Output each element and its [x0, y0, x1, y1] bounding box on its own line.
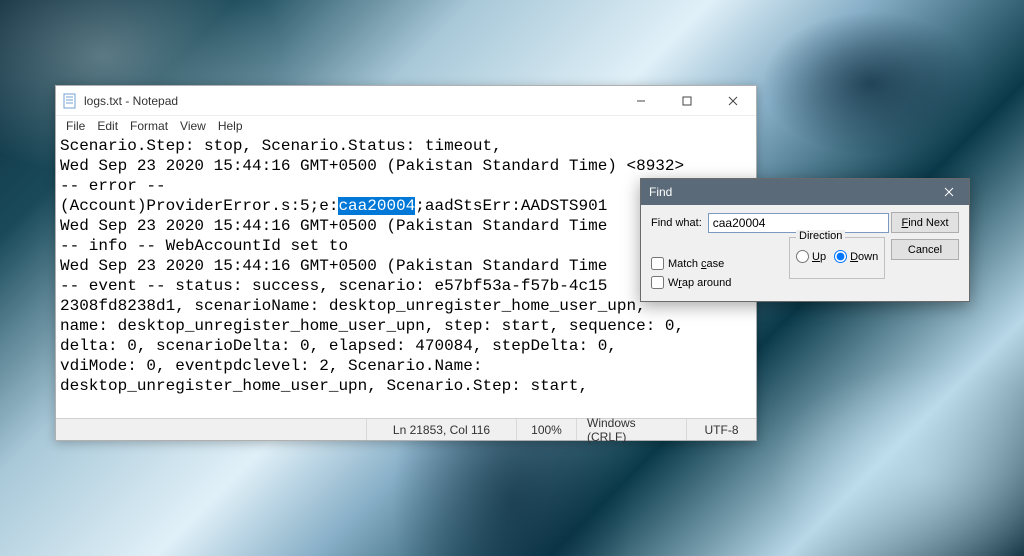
statusbar-spacer	[56, 419, 366, 440]
label-accel: U	[812, 251, 820, 263]
statusbar: Ln 21853, Col 116 100% Windows (CRLF) UT…	[56, 418, 756, 440]
cancel-button[interactable]: Cancel	[891, 239, 959, 260]
find-titlebar[interactable]: Find	[641, 179, 969, 205]
label-part: Match	[668, 258, 701, 270]
editor-line: -- event -- status: success, scenario: e…	[60, 277, 607, 295]
editor-line: -- error --	[60, 177, 166, 195]
window-title: logs.txt - Notepad	[84, 94, 178, 108]
direction-up-label[interactable]: Up	[796, 250, 826, 263]
editor-text: ;aadStsErr:AADSTS901	[415, 197, 607, 215]
status-zoom: 100%	[516, 419, 576, 440]
find-next-button[interactable]: Find Next	[891, 212, 959, 233]
editor-line: Scenario.Step: stop, Scenario.Status: ti…	[60, 137, 502, 155]
find-body: Find what: Find Next Cancel Match case W…	[641, 205, 969, 301]
label-part: own	[858, 251, 878, 263]
menubar: File Edit Format View Help	[56, 116, 756, 136]
match-case-checkbox[interactable]	[651, 257, 664, 270]
status-position: Ln 21853, Col 116	[366, 419, 516, 440]
editor-line: delta: 0, scenarioDelta: 0, elapsed: 470…	[60, 337, 617, 355]
menu-file[interactable]: File	[60, 118, 91, 134]
menu-help[interactable]: Help	[212, 118, 249, 134]
titlebar[interactable]: logs.txt - Notepad	[56, 86, 756, 116]
wrap-around-checkbox[interactable]	[651, 276, 664, 289]
maximize-button[interactable]	[664, 86, 710, 116]
direction-up-radio[interactable]	[796, 250, 809, 263]
direction-group: Direction Up Down	[789, 237, 885, 279]
menu-edit[interactable]: Edit	[91, 118, 124, 134]
menu-view[interactable]: View	[174, 118, 212, 134]
notepad-icon	[62, 93, 78, 109]
editor-line: name: desktop_unregister_home_user_upn, …	[60, 317, 684, 335]
editor-line: -- info -- WebAccountId set to	[60, 237, 348, 255]
menu-format[interactable]: Format	[124, 118, 174, 134]
editor-line: (Account)ProviderError.s:5;e:caa20004;aa…	[60, 197, 607, 215]
editor-line: vdiMode: 0, eventpdclevel: 2, Scenario.N…	[60, 357, 482, 375]
editor-line: Wed Sep 23 2020 15:44:16 GMT+0500 (Pakis…	[60, 157, 684, 175]
editor-line: desktop_unregister_home_user_upn, Scenar…	[60, 377, 588, 395]
find-dialog: Find Find what: Find Next Cancel Match c…	[640, 178, 970, 302]
editor-line: Wed Sep 23 2020 15:44:16 GMT+0500 (Pakis…	[60, 217, 607, 235]
match-case-label[interactable]: Match case	[668, 258, 724, 270]
status-eol: Windows (CRLF)	[576, 419, 686, 440]
direction-down-radio[interactable]	[834, 250, 847, 263]
close-button[interactable]	[710, 86, 756, 116]
status-encoding: UTF-8	[686, 419, 756, 440]
wrap-around-label[interactable]: Wrap around	[668, 277, 731, 289]
label-accel: D	[850, 251, 858, 263]
editor-line: 2308fd8238d1, scenarioName: desktop_unre…	[60, 297, 646, 315]
label-part: p	[820, 251, 826, 263]
find-title: Find	[649, 185, 672, 199]
label-part: W	[668, 277, 678, 289]
editor-line: Wed Sep 23 2020 15:44:16 GMT+0500 (Pakis…	[60, 257, 607, 275]
find-close-button[interactable]	[929, 179, 969, 205]
window-controls	[618, 86, 756, 116]
label-part: ase	[707, 258, 725, 270]
direction-down-label[interactable]: Down	[834, 250, 878, 263]
editor-text: (Account)ProviderError.s:5;e:	[60, 197, 338, 215]
find-what-label: Find what:	[651, 217, 702, 229]
label-part: ap around	[682, 277, 732, 289]
direction-legend: Direction	[796, 230, 845, 242]
minimize-button[interactable]	[618, 86, 664, 116]
selected-text: caa20004	[338, 197, 415, 215]
find-buttons: Find Next Cancel	[891, 212, 959, 260]
